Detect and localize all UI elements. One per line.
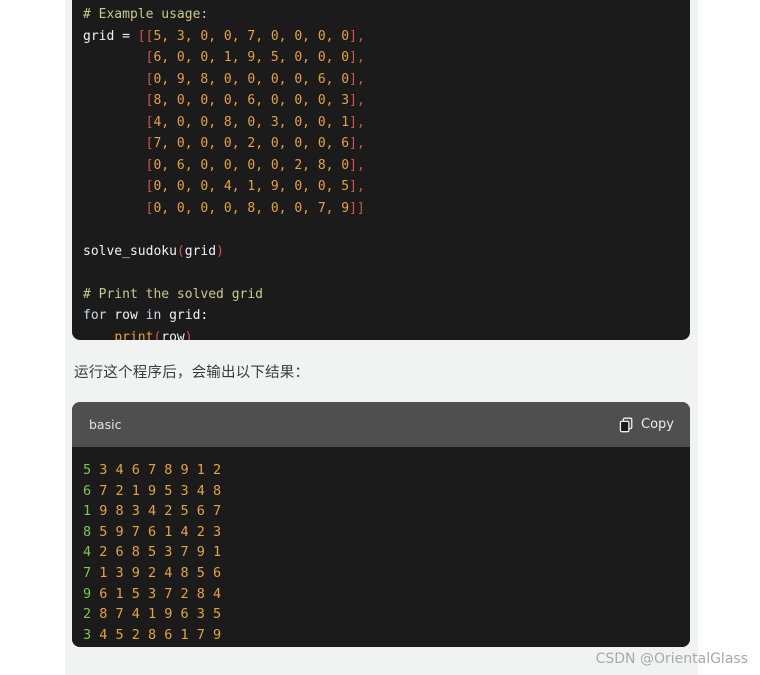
code-token: ], [349, 50, 365, 65]
code-token: ) [216, 243, 224, 259]
output-row: 9 6 1 5 3 7 2 8 4 [83, 584, 690, 605]
code-token: ], [349, 71, 365, 87]
code-token: for [83, 308, 107, 323]
code-token: ], [349, 93, 365, 108]
output-rest-digits: 7 2 1 9 5 3 4 8 [91, 482, 222, 499]
code-token: solve_sudoku [83, 243, 177, 259]
code-token: [ [83, 200, 154, 216]
copy-icon [619, 417, 634, 433]
output-rest-digits: 2 6 8 5 3 7 9 1 [91, 544, 222, 561]
code-token: [ [83, 114, 154, 130]
copy-button[interactable]: Copy [619, 417, 674, 433]
output-rest-digits: 4 5 2 8 6 1 7 9 [91, 626, 222, 643]
code-block-python: # Example usage: grid = [[5, 3, 0, 0, 7,… [72, 0, 690, 340]
code-token: grid [83, 28, 115, 44]
code-token: 7, 0, 0, 0, 2, 0, 0, 0, 6 [153, 136, 350, 151]
output-first-digit: 5 [83, 462, 92, 478]
code-token: 0, 0, 0, 0, 8, 0, 0, 7, 9 [153, 200, 350, 216]
output-first-digit: 7 [83, 564, 92, 581]
output-first-digit: 9 [83, 585, 92, 602]
code-token: 0, 6, 0, 0, 0, 0, 2, 8, 0 [153, 157, 350, 173]
code-token: [ [83, 50, 154, 65]
code-token: grid [184, 243, 217, 259]
output-rest-digits: 6 1 5 3 7 2 8 4 [91, 585, 222, 602]
watermark-text: CSDN @OrientalGlass [595, 651, 748, 667]
output-rest-digits: 1 3 9 2 4 8 5 6 [91, 564, 222, 581]
code-block-output: basic Copy 5 3 4 6 7 8 9 1 26 7 2 1 9 5 … [72, 402, 690, 647]
code-token: 8, 0, 0, 0, 6, 0, 0, 0, 3 [153, 93, 350, 108]
code-token: 4, 0, 0, 8, 0, 3, 0, 0, 1 [153, 114, 350, 130]
code-token: ]] [349, 200, 365, 216]
code-content-python[interactable]: # Example usage: grid = [[5, 3, 0, 0, 7,… [72, 4, 690, 340]
code-token: row [161, 329, 185, 341]
output-row: 7 1 3 9 2 4 8 5 6 [83, 563, 690, 584]
output-row: 6 7 2 1 9 5 3 4 8 [83, 481, 690, 502]
output-first-digit: 6 [83, 482, 92, 499]
code-token: [ [83, 157, 154, 173]
code-token: [ [83, 136, 154, 151]
code-token: grid [161, 308, 201, 323]
output-first-digit: 2 [83, 606, 92, 623]
code-token: ], [349, 28, 365, 44]
code-token: ], [349, 179, 365, 194]
code-token: = [114, 28, 138, 44]
output-content[interactable]: 5 3 4 6 7 8 9 1 26 7 2 1 9 5 3 4 81 9 8 … [72, 447, 690, 647]
language-label: basic [89, 417, 122, 432]
output-row: 4 2 6 8 5 3 7 9 1 [83, 542, 690, 563]
output-row: 1 9 8 3 4 2 5 6 7 [83, 501, 690, 522]
code-token: 5, 3, 0, 0, 7, 0, 0, 0, 0 [153, 28, 350, 44]
copy-button-label: Copy [641, 417, 674, 432]
output-row: 5 3 4 6 7 8 9 1 2 [83, 460, 690, 481]
code-token: # Example usage: [83, 7, 209, 22]
code-token: ( [176, 243, 185, 259]
code-token: in [145, 308, 162, 323]
code-token: # Print the solved grid [83, 286, 264, 302]
output-rest-digits: 3 4 6 7 8 9 1 2 [91, 462, 222, 478]
code-token: [ [83, 93, 154, 108]
code-token: 0, 0, 0, 4, 1, 9, 0, 0, 5 [153, 179, 350, 194]
code-token: 0, 9, 8, 0, 0, 0, 0, 6, 0 [153, 71, 350, 87]
code-block-header: basic Copy [72, 402, 690, 447]
code-token: : [200, 308, 209, 323]
code-token: print [114, 329, 154, 341]
paragraph-text: 运行这个程序后，会输出以下结果： [74, 365, 310, 381]
output-row: 3 4 5 2 8 6 1 7 9 [83, 625, 690, 646]
output-row: 8 5 9 7 6 1 4 2 3 [83, 522, 690, 543]
code-token: row [106, 308, 146, 323]
output-rest-digits: 5 9 7 6 1 4 2 3 [91, 523, 222, 540]
output-first-digit: 4 [83, 544, 92, 561]
output-rest-digits: 9 8 3 4 2 5 6 7 [91, 503, 222, 520]
output-row: 2 8 7 4 1 9 6 3 5 [83, 604, 690, 625]
code-token: ], [349, 114, 365, 130]
output-first-digit: 1 [83, 503, 92, 520]
code-token: 6, 0, 0, 1, 9, 5, 0, 0, 0 [153, 50, 350, 65]
output-rest-digits: 8 7 4 1 9 6 3 5 [91, 606, 222, 623]
code-token: ], [349, 136, 365, 151]
code-token: [ [83, 179, 154, 194]
output-first-digit: 8 [83, 523, 92, 540]
code-token: [ [83, 71, 154, 87]
code-token: [[ [137, 28, 154, 44]
output-first-digit: 3 [83, 626, 92, 643]
code-token: ) [184, 329, 193, 341]
code-token: ], [349, 157, 365, 173]
